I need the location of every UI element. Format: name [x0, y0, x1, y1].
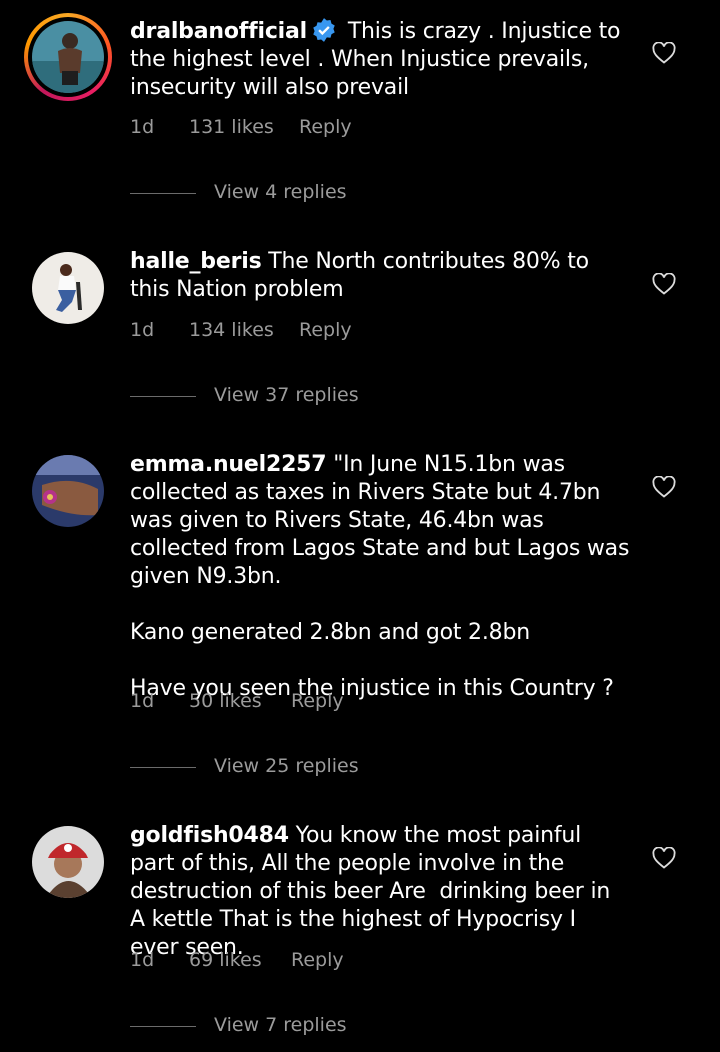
divider	[130, 396, 196, 397]
divider	[130, 193, 196, 194]
view-replies-label[interactable]: View 4 replies	[214, 181, 347, 203]
heart-outline-icon	[652, 847, 676, 869]
verified-badge-icon	[313, 18, 335, 42]
timestamp: 1d	[130, 116, 155, 138]
like-button[interactable]	[652, 42, 676, 64]
likes-count[interactable]: 134 likes	[189, 319, 274, 341]
comment-body: "In June N15.1bn was collected as taxes …	[130, 452, 630, 701]
avatar[interactable]	[32, 455, 104, 527]
story-ring[interactable]	[24, 13, 112, 101]
like-button[interactable]	[652, 847, 676, 869]
divider	[130, 767, 196, 768]
heart-outline-icon	[652, 476, 676, 498]
heart-outline-icon	[652, 273, 676, 295]
reply-button[interactable]: Reply	[299, 319, 352, 341]
timestamp: 1d	[130, 949, 155, 971]
reply-button[interactable]: Reply	[291, 690, 344, 712]
timestamp: 1d	[130, 690, 155, 712]
username[interactable]: halle_beris	[130, 249, 262, 274]
view-replies-label[interactable]: View 7 replies	[214, 1014, 347, 1036]
view-replies-label[interactable]: View 37 replies	[214, 384, 359, 406]
comment-text: emma.nuel2257 "In June N15.1bn was colle…	[130, 451, 630, 703]
avatar[interactable]	[32, 21, 104, 93]
avatar[interactable]	[32, 252, 104, 324]
like-button[interactable]	[652, 476, 676, 498]
comment-text: halle_beris The North contributes 80% to…	[130, 248, 630, 304]
comment-text: goldfish0484 You know the most painful p…	[130, 822, 630, 962]
username[interactable]: emma.nuel2257	[130, 452, 327, 477]
comment-text: dralbanofficial This is crazy . Injustic…	[130, 17, 630, 102]
divider	[130, 1026, 196, 1027]
likes-count[interactable]: 131 likes	[189, 116, 274, 138]
likes-count[interactable]: 50 likes	[189, 690, 262, 712]
username[interactable]: goldfish0484	[130, 823, 289, 848]
timestamp: 1d	[130, 319, 155, 341]
view-replies-label[interactable]: View 25 replies	[214, 755, 359, 777]
heart-outline-icon	[652, 42, 676, 64]
avatar[interactable]	[32, 826, 104, 898]
likes-count[interactable]: 69 likes	[189, 949, 262, 971]
reply-button[interactable]: Reply	[299, 116, 352, 138]
reply-button[interactable]: Reply	[291, 949, 344, 971]
username[interactable]: dralbanofficial	[130, 19, 307, 44]
like-button[interactable]	[652, 273, 676, 295]
